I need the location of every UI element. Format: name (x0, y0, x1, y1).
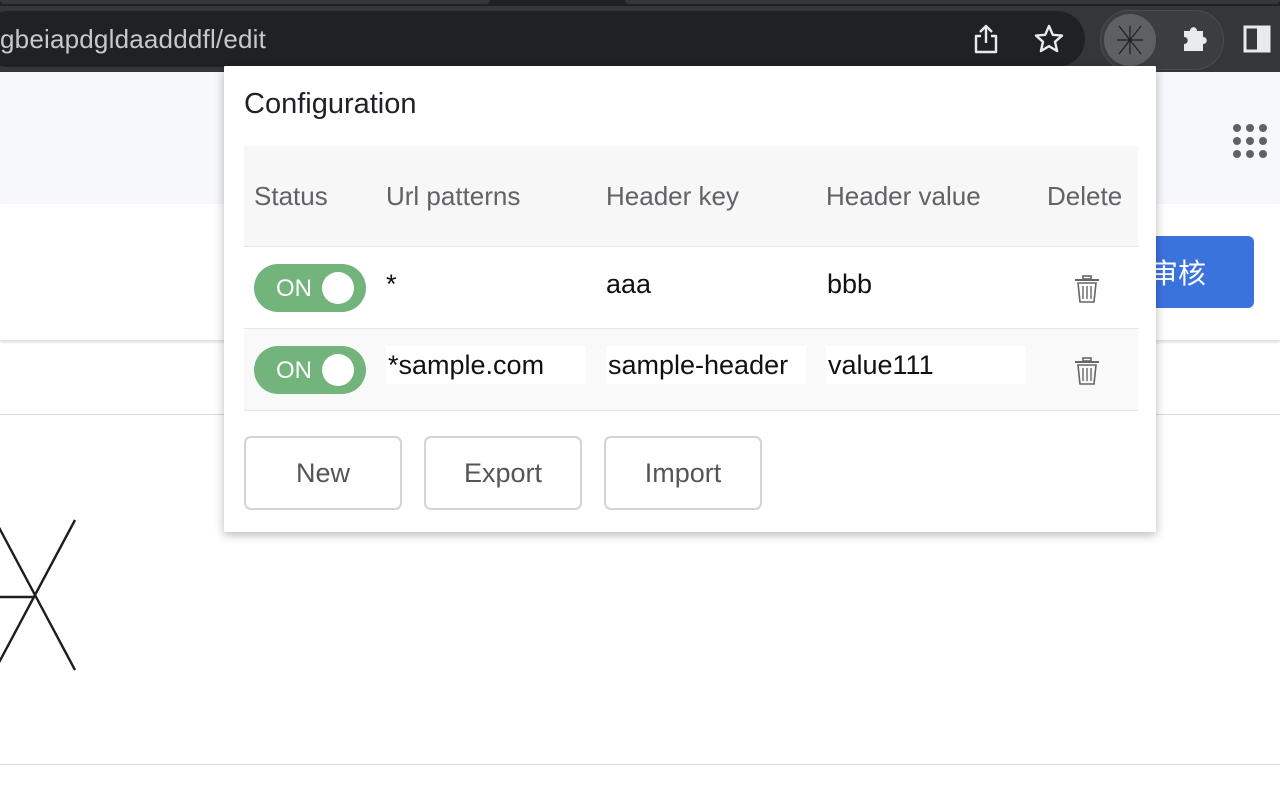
star-icon[interactable] (1021, 11, 1077, 67)
url-text[interactable]: gbeiapdgldaadddfl/edit (0, 11, 266, 67)
browser-toolbar: gbeiapdgldaadddfl/edit (0, 6, 1280, 72)
export-button[interactable]: Export (424, 436, 582, 510)
toggle-label: ON (276, 275, 312, 302)
tab[interactable] (0, 0, 490, 4)
toggle-knob (322, 272, 354, 304)
column-header-key: Header key (606, 181, 739, 211)
column-header-value: Header value (826, 181, 981, 211)
trash-icon[interactable] (1074, 275, 1100, 303)
column-delete: Delete (1047, 181, 1123, 211)
status-toggle[interactable]: ON (254, 264, 366, 312)
puzzle-icon[interactable] (1166, 11, 1222, 67)
column-url-patterns: Url patterns (386, 181, 521, 211)
table-row: ON *sample.com sample-header value111 (244, 329, 1138, 411)
url-pattern-field[interactable]: * (386, 247, 397, 328)
table-header: Status Url patterns Header key Header va… (244, 146, 1138, 247)
configuration-popup: Configuration Status Url patterns Header… (224, 66, 1156, 532)
tab[interactable] (625, 0, 1280, 4)
import-button[interactable]: Import (604, 436, 762, 510)
url-pattern-input[interactable]: *sample.com (386, 346, 586, 384)
side-panel-icon[interactable] (1229, 11, 1280, 67)
page-logo-image (0, 519, 77, 671)
toggle-label: ON (276, 357, 312, 384)
divider (0, 764, 1280, 765)
new-button[interactable]: New (244, 436, 402, 510)
apps-grid-icon[interactable] (1233, 124, 1267, 158)
header-key-input[interactable]: sample-header (606, 346, 806, 384)
extension-avatar-icon[interactable] (1104, 14, 1156, 66)
header-value-field[interactable]: bbb (827, 247, 872, 328)
status-toggle[interactable]: ON (254, 346, 366, 394)
trash-icon[interactable] (1074, 357, 1100, 385)
share-icon[interactable] (958, 11, 1014, 67)
header-key-field[interactable]: aaa (606, 247, 651, 328)
address-bar[interactable]: gbeiapdgldaadddfl/edit (0, 11, 1085, 67)
popup-title: Configuration (244, 88, 417, 120)
column-status: Status (254, 181, 328, 211)
table-row: ON * aaa bbb (244, 247, 1138, 329)
config-table: Status Url patterns Header key Header va… (244, 146, 1138, 411)
toggle-knob (322, 354, 354, 386)
header-value-input[interactable]: value111 (826, 346, 1026, 384)
